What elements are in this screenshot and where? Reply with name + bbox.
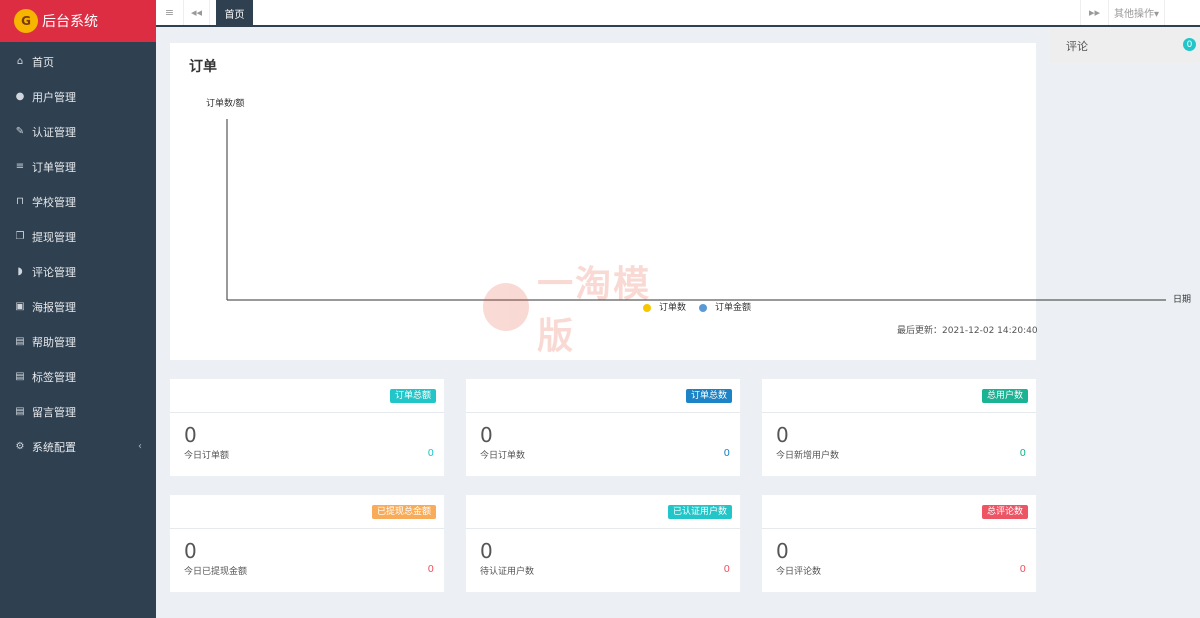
stat-tag: 订单总数 [685,389,732,403]
sidebar-item-help[interactable]: ▤ 帮助管理 [0,324,156,359]
stat-card-header: 总评论数 [762,495,1036,529]
sidebar-item-comments[interactable]: ◗ 评论管理 [0,254,156,289]
sidebar-item-label: 学校管理 [32,195,76,209]
tab-home[interactable]: 首页 [216,0,253,26]
stat-sublabel: 今日订单额 [184,451,230,461]
stat-tag: 已认证用户数 [667,505,732,519]
stat-sublabel: 今日新增用户数 [776,451,840,461]
sidebar-item-label: 留言管理 [32,405,76,419]
stat-card-withdrawn-total: 已提现总金额 0 今日已提现金额 0 [170,495,444,592]
sidebar-item-orders[interactable]: ≡ 订单管理 [0,149,156,184]
chart-x-axis-label: 日期 [1173,294,1191,304]
top-bar: ≡ ◂◂ 首页 ▸▸ 其他操作▾ [156,0,1200,27]
legend-marker-order-count [643,304,651,312]
sidebar-item-messages[interactable]: ▤ 留言管理 [0,394,156,429]
sidebar-item-label: 帮助管理 [32,335,76,349]
app-title: 后台系统 [42,14,98,30]
stat-value: 0 [184,423,197,447]
sidebar-item-users[interactable]: ● 用户管理 [0,79,156,114]
sidebar-item-label: 评论管理 [32,265,76,279]
file-icon: ▤ [15,406,25,417]
legend-label-order-amount[interactable]: 订单金额 [715,301,751,312]
stat-sub-value: 0 [723,564,730,575]
stat-card-header: 已提现总金额 [170,495,444,529]
stat-value: 0 [776,539,789,563]
tabs-scroll-left-button[interactable]: ◂◂ [184,0,210,25]
stat-sublabel: 待认证用户数 [480,567,535,577]
stat-card-header: 已认证用户数 [466,495,740,529]
last-update-text: 最后更新：2021-12-02 14:20:40 [897,326,1038,336]
stat-sub-value: 0 [1019,448,1026,459]
chevron-left-icon: ‹ [138,441,142,452]
stat-value: 0 [184,539,197,563]
stat-sublabel: 今日评论数 [776,567,822,577]
stat-card-total-users: 总用户数 0 今日新增用户数 0 [762,379,1036,476]
order-chart: 订单数/额 日期 订单数 订单金额 [206,97,1191,312]
stat-card-header: 订单总额 [170,379,444,413]
chart-legend: 订单数 订单金额 [643,301,751,312]
stat-tag: 订单总额 [389,389,436,403]
stat-card-header: 订单总数 [466,379,740,413]
sidebar-item-label: 用户管理 [32,90,76,104]
home-icon: ⌂ [16,56,24,67]
sidebar-menu: ⌂ 首页 ● 用户管理 ✎ 认证管理 ≡ 订单管理 ⊓ 学校管理 ❐ 提现管理 ◗ 评论管理 … [0,44,156,464]
sidebar-item-home[interactable]: ⌂ 首页 [0,44,156,79]
stat-card-header: 总用户数 [762,379,1036,413]
menu-toggle-button[interactable]: ≡ [156,0,184,25]
stat-sub-value: 0 [1019,564,1026,575]
sidebar-item-label: 提现管理 [32,230,76,244]
order-chart-card: 订单 订单数/额 日期 订单数 订单金额 最后更新：2021-12-02 14:… [170,43,1191,360]
wrench-icon: ✎ [15,126,25,137]
sidebar-item-label: 标签管理 [32,370,76,384]
bank-icon: ⊓ [16,196,24,207]
comment-icon: ◗ [17,266,23,277]
stat-tag: 已提现总金额 [371,505,436,519]
image-icon: ▣ [15,301,25,312]
stat-sub-value: 0 [723,448,730,459]
sidebar-item-label: 系统配置 [32,440,76,454]
stat-value: 0 [776,423,789,447]
stat-sub-value: 0 [427,448,434,459]
legend-marker-order-amount [699,304,707,312]
double-left-arrow-icon: ◂◂ [190,6,203,19]
sidebar-item-tags[interactable]: ▤ 标签管理 [0,359,156,394]
hamburger-icon: ≡ [164,6,175,19]
sidebar-item-posters[interactable]: ▣ 海报管理 [0,289,156,324]
sidebar-item-label: 认证管理 [32,125,76,139]
chart-y-axis-label: 订单数/额 [206,97,245,108]
sidebar-item-label: 首页 [32,55,54,69]
tabs-scroll-right-button[interactable]: ▸▸ [1080,0,1108,25]
copy-icon: ❐ [15,231,25,242]
list-icon: ≡ [15,161,25,172]
stat-card-order-total-count: 订单总数 0 今日订单数 0 [466,379,740,476]
sidebar: G 后台系统 ⌂ 首页 ● 用户管理 ✎ 认证管理 ≡ 订单管理 ⊓ 学校管理 ❐ 提现管理… [0,0,156,618]
stat-value: 0 [480,423,493,447]
logo-badge-icon: G [14,9,38,33]
file-icon: ▤ [15,336,25,347]
user-icon: ● [15,91,25,102]
sidebar-item-settings[interactable]: ⚙ 系统配置 ‹ [0,429,156,464]
sidebar-item-withdrawals[interactable]: ❐ 提现管理 [0,219,156,254]
double-right-arrow-icon: ▸▸ [1088,6,1101,19]
stat-sublabel: 今日订单数 [480,451,526,461]
gears-icon: ⚙ [15,441,25,452]
stat-tag: 总用户数 [981,389,1028,403]
stat-card-order-total-amount: 订单总额 0 今日订单额 0 [170,379,444,476]
stat-card-total-comments: 总评论数 0 今日评论数 0 [762,495,1036,592]
stat-tag: 总评论数 [981,505,1028,519]
stat-sub-value: 0 [427,564,434,575]
app-logo[interactable]: G 后台系统 [0,0,156,42]
stat-card-verified-users: 已认证用户数 0 待认证用户数 0 [466,495,740,592]
stat-value: 0 [480,539,493,563]
sidebar-item-verification[interactable]: ✎ 认证管理 [0,114,156,149]
sidebar-item-label: 海报管理 [32,300,76,314]
sidebar-item-schools[interactable]: ⊓ 学校管理 [0,184,156,219]
other-operations-dropdown[interactable]: 其他操作▾ [1108,0,1164,25]
stat-sublabel: 今日已提现金额 [184,567,248,577]
file-icon: ▤ [15,371,25,382]
topbar-right-area [1164,0,1200,25]
legend-label-order-count[interactable]: 订单数 [659,301,686,312]
sidebar-item-label: 订单管理 [32,160,76,174]
